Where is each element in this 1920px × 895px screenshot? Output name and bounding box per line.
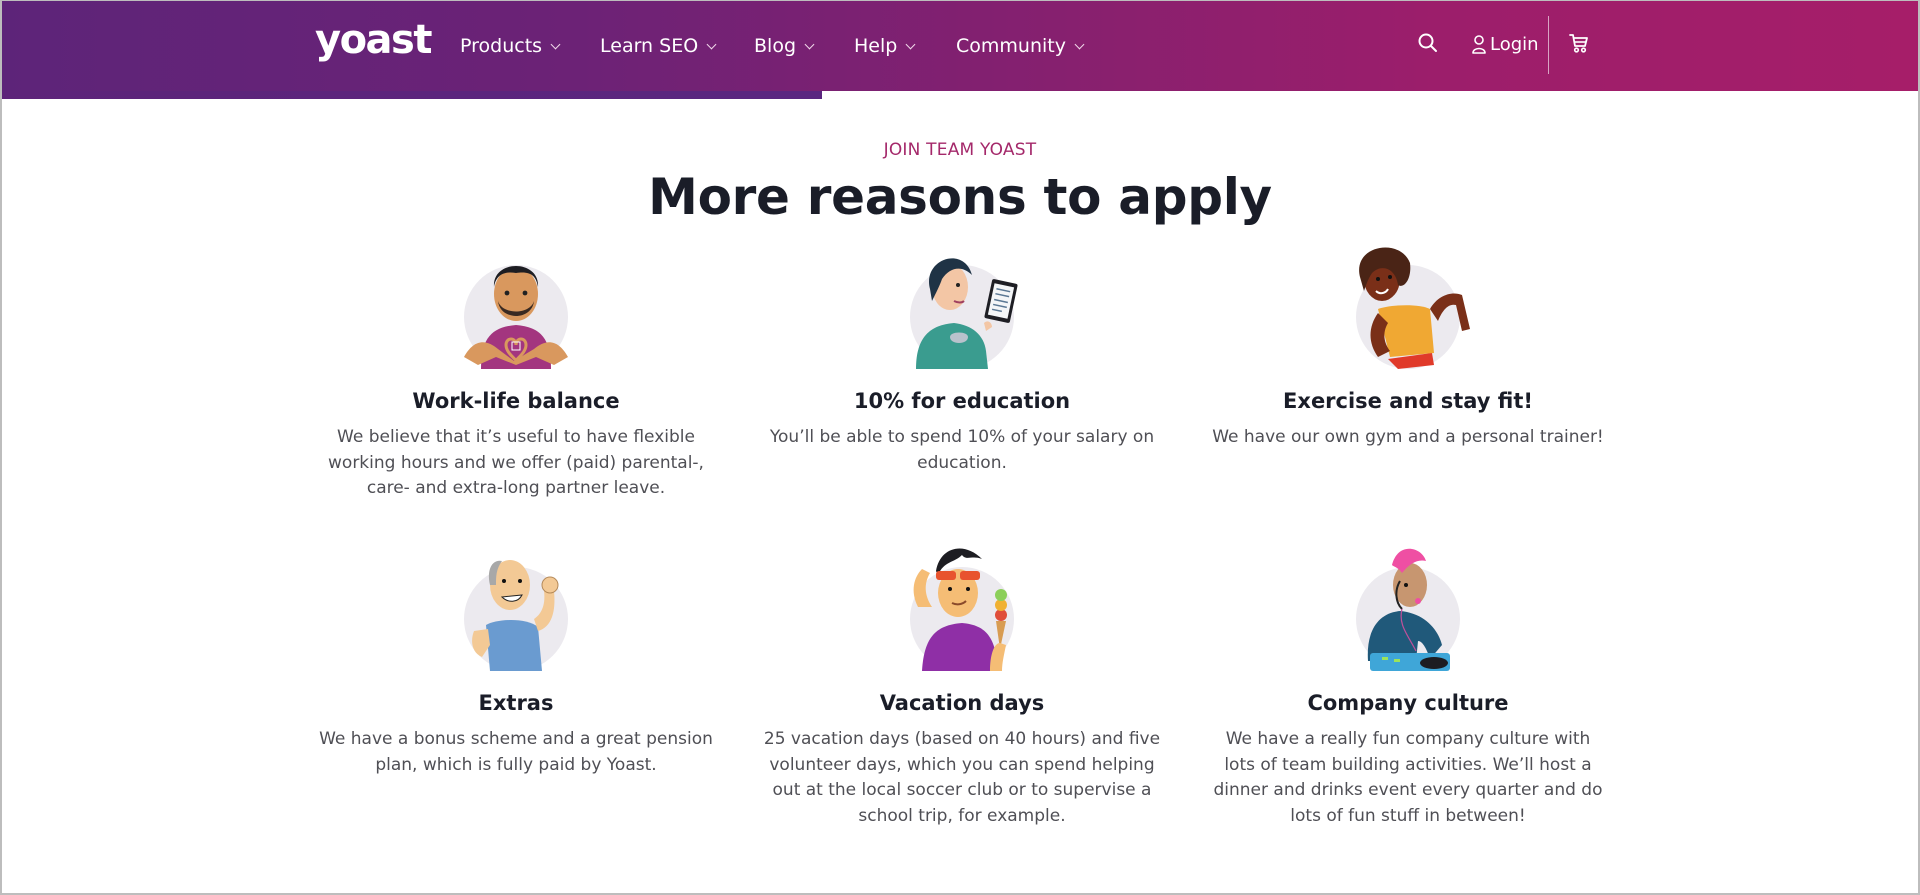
reason-card-work-life-balance: Work-life balance We believe that it’s u… <box>293 239 739 541</box>
site-header: yoast Products Learn SEO Blog Help Commu… <box>2 1 1918 91</box>
login-label: Login <box>1490 33 1539 55</box>
nav-item-blog[interactable]: Blog <box>754 35 854 57</box>
older-man-flexing-illustration <box>446 541 586 671</box>
reason-card-company-culture: Company culture We have a really fun com… <box>1185 541 1631 841</box>
search-button[interactable] <box>1417 32 1439 54</box>
man-heart-hands-illustration <box>446 239 586 369</box>
header-divider <box>1548 16 1549 74</box>
nav-item-label: Learn SEO <box>600 35 699 57</box>
card-title: Vacation days <box>879 691 1045 715</box>
cart-button[interactable] <box>1568 32 1590 54</box>
user-icon <box>1472 35 1486 54</box>
woman-running-illustration <box>1338 239 1478 369</box>
man-with-ice-cream-illustration <box>892 541 1032 671</box>
reason-card-vacation: Vacation days 25 vacation days (based on… <box>739 541 1185 841</box>
chevron-down-icon <box>804 39 815 49</box>
chevron-down-icon <box>1074 39 1085 49</box>
card-title: 10% for education <box>853 389 1071 413</box>
reason-card-education: 10% for education You’ll be able to spen… <box>739 239 1185 541</box>
section-eyebrow: JOIN TEAM YOAST <box>883 140 1037 160</box>
nav-item-label: Blog <box>754 35 796 57</box>
card-title: Company culture <box>1307 691 1509 715</box>
woman-reading-tablet-illustration <box>892 239 1032 369</box>
search-icon <box>1418 33 1437 52</box>
nav-item-help[interactable]: Help <box>854 35 956 57</box>
card-body: We believe that it’s useful to have flex… <box>328 427 704 498</box>
main-nav: Products Learn SEO Blog Help Community <box>460 29 1096 63</box>
nav-item-label: Help <box>854 35 898 57</box>
card-title: Extras <box>478 691 554 715</box>
cart-icon <box>1569 34 1588 53</box>
card-body: 25 vacation days (based on 40 hours) and… <box>763 729 1161 826</box>
reasons-grid: Work-life balance We believe that it’s u… <box>293 239 1631 841</box>
chevron-down-icon <box>905 39 916 49</box>
nav-item-products[interactable]: Products <box>460 35 600 57</box>
nav-item-community[interactable]: Community <box>956 35 1096 57</box>
chevron-down-icon <box>706 39 717 49</box>
login-button[interactable]: Login <box>1471 30 1539 58</box>
chevron-down-icon <box>550 39 561 49</box>
nav-item-learn-seo[interactable]: Learn SEO <box>600 35 754 57</box>
card-body: We have a really fun company culture wit… <box>1213 729 1603 826</box>
card-title: Work-life balance <box>412 389 620 413</box>
card-body: We have a bonus scheme and a great pensi… <box>319 729 713 775</box>
reason-card-extras: Extras We have a bonus scheme and a grea… <box>293 541 739 841</box>
header-accent-strip <box>2 91 822 99</box>
yoast-logo[interactable]: yoast <box>315 15 432 65</box>
card-body: We have our own gym and a personal train… <box>1212 427 1604 447</box>
card-title: Exercise and stay fit! <box>1283 389 1533 413</box>
browser-viewport: yoast Products Learn SEO Blog Help Commu… <box>0 0 1920 895</box>
nav-item-label: Community <box>956 35 1066 57</box>
dj-illustration <box>1338 541 1478 671</box>
reason-card-exercise: Exercise and stay fit! We have our own g… <box>1185 239 1631 541</box>
section-title: More reasons to apply <box>648 168 1272 226</box>
card-body: You’ll be able to spend 10% of your sala… <box>769 427 1155 473</box>
nav-item-label: Products <box>460 35 543 57</box>
